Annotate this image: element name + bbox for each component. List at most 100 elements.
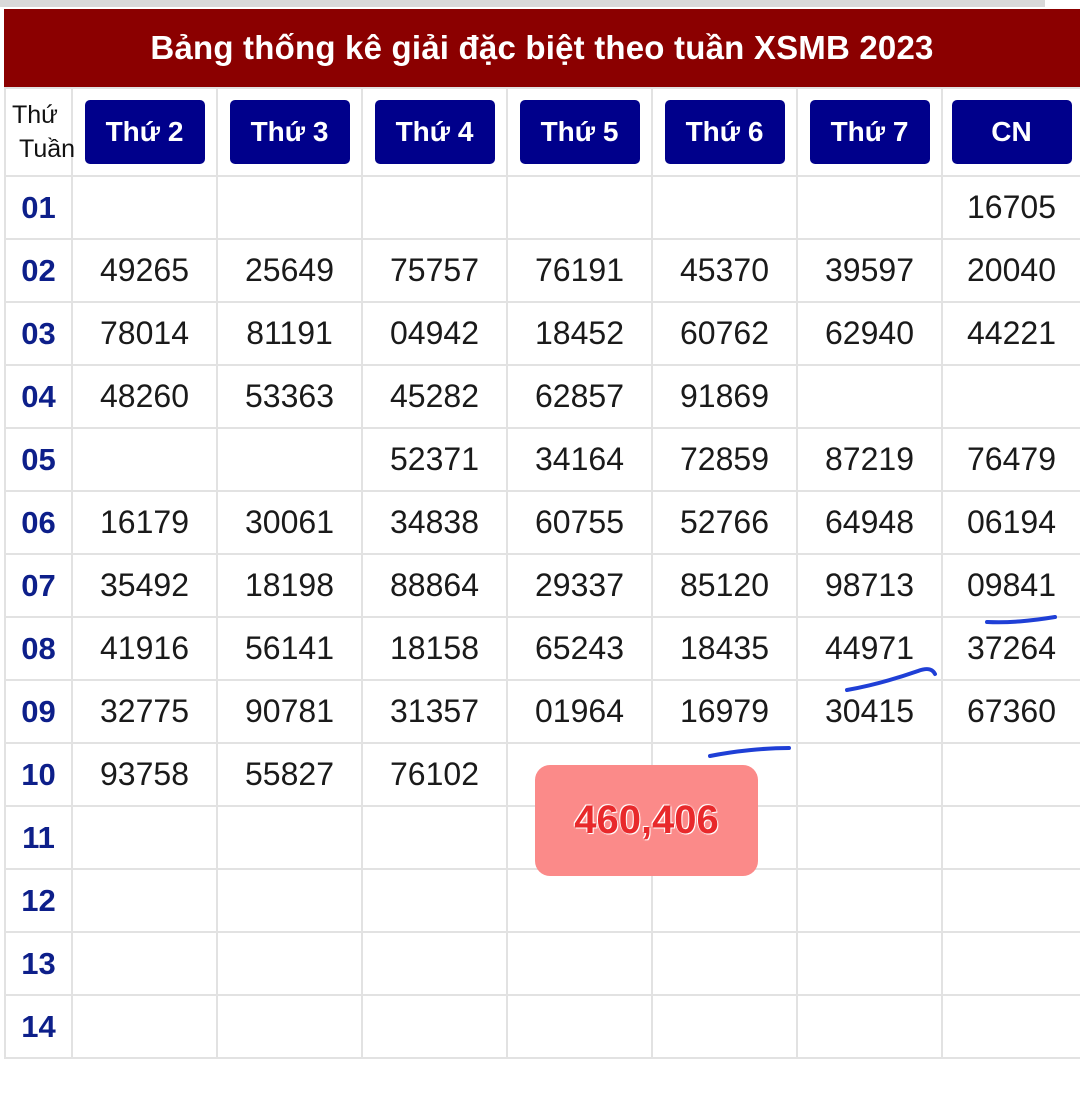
result-cell [361, 868, 508, 933]
result-cell: 32775 [71, 679, 218, 744]
result-cell [216, 805, 363, 870]
corner-label-day: Thứ [12, 101, 58, 129]
result-cell [361, 994, 508, 1059]
result-cell [651, 994, 798, 1059]
result-cell [506, 931, 653, 996]
result-cell [796, 175, 943, 240]
result-cell: 78014 [71, 301, 218, 366]
result-cell [796, 931, 943, 996]
result-cell [506, 175, 653, 240]
result-cell: 62940 [796, 301, 943, 366]
result-cell: 44971 [796, 616, 943, 681]
result-cell: 44221 [941, 301, 1080, 366]
result-cell [506, 868, 653, 933]
result-cell: 34164 [506, 427, 653, 492]
result-cell: 18435 [651, 616, 798, 681]
result-cell: 76102 [361, 742, 508, 807]
result-cell: 18158 [361, 616, 508, 681]
day-button-fri[interactable]: Thứ 6 [664, 100, 785, 164]
result-cell [216, 868, 363, 933]
result-cell: 52371 [361, 427, 508, 492]
result-cell: 48260 [71, 364, 218, 429]
result-cell: 25649 [216, 238, 363, 303]
result-cell: 35492 [71, 553, 218, 618]
result-cell: 87219 [796, 427, 943, 492]
result-cell: 60762 [651, 301, 798, 366]
result-cell: 76191 [506, 238, 653, 303]
result-cell [71, 805, 218, 870]
day-button-mon[interactable]: Thứ 2 [84, 100, 205, 164]
day-button-wed[interactable]: Thứ 4 [374, 100, 495, 164]
result-cell: 39597 [796, 238, 943, 303]
result-cell: 49265 [71, 238, 218, 303]
result-cell [71, 994, 218, 1059]
result-cell [71, 175, 218, 240]
day-button-sun[interactable]: CN [951, 100, 1072, 164]
result-cell: 34838 [361, 490, 508, 555]
day-button-thu[interactable]: Thứ 5 [519, 100, 640, 164]
result-cell [651, 931, 798, 996]
total-overlay-badge: 460,406 [535, 765, 758, 876]
result-cell: 18452 [506, 301, 653, 366]
result-cell [361, 931, 508, 996]
result-cell: 45370 [651, 238, 798, 303]
result-cell [941, 364, 1080, 429]
week-number-cell: 09 [4, 679, 73, 744]
week-number-cell: 04 [4, 364, 73, 429]
table-row: 13 [4, 931, 1080, 996]
week-number-cell: 06 [4, 490, 73, 555]
table-row: 12 [4, 868, 1080, 933]
day-button-sat[interactable]: Thứ 7 [809, 100, 930, 164]
result-cell [941, 805, 1080, 870]
result-cell [216, 994, 363, 1059]
result-cell: 62857 [506, 364, 653, 429]
day-button-tue[interactable]: Thứ 3 [229, 100, 350, 164]
result-cell: 67360 [941, 679, 1080, 744]
header-cell-day-6: Thứ 7 [796, 87, 943, 177]
week-number-cell: 11 [4, 805, 73, 870]
result-cell [71, 868, 218, 933]
result-cell: 52766 [651, 490, 798, 555]
result-cell: 30061 [216, 490, 363, 555]
result-cell: 98713 [796, 553, 943, 618]
result-cell: 91869 [651, 364, 798, 429]
result-cell [71, 931, 218, 996]
result-cell [651, 175, 798, 240]
week-number-cell: 12 [4, 868, 73, 933]
result-cell [71, 427, 218, 492]
result-cell [941, 994, 1080, 1059]
header-row: Thứ Tuần Thứ 2 Thứ 3 Thứ 4 Thứ 5 Thứ 6 T… [4, 87, 1080, 177]
table-row: 09 32775 90781 31357 01964 16979 30415 67360 [4, 679, 1080, 744]
top-divider [0, 0, 1045, 7]
week-number-cell: 08 [4, 616, 73, 681]
result-cell [796, 742, 943, 807]
result-cell: 16979 [651, 679, 798, 744]
result-cell: 31357 [361, 679, 508, 744]
result-cell [216, 427, 363, 492]
result-cell: 09841 [941, 553, 1080, 618]
header-cell-day-4: Thứ 5 [506, 87, 653, 177]
week-number-cell: 02 [4, 238, 73, 303]
result-cell: 76479 [941, 427, 1080, 492]
result-cell: 04942 [361, 301, 508, 366]
result-cell: 53363 [216, 364, 363, 429]
result-cell [361, 805, 508, 870]
result-cell [796, 868, 943, 933]
result-cell: 85120 [651, 553, 798, 618]
result-cell: 75757 [361, 238, 508, 303]
result-cell: 56141 [216, 616, 363, 681]
result-cell: 41916 [71, 616, 218, 681]
result-cell: 16179 [71, 490, 218, 555]
result-cell: 72859 [651, 427, 798, 492]
corner-header: Thứ Tuần [4, 87, 76, 177]
result-cell: 81191 [216, 301, 363, 366]
result-cell [216, 931, 363, 996]
result-cell: 20040 [941, 238, 1080, 303]
result-cell [506, 994, 653, 1059]
table-row: 08 41916 56141 18158 65243 18435 44971 37264 [4, 616, 1080, 681]
header-cell-day-3: Thứ 4 [361, 87, 508, 177]
result-cell: 88864 [361, 553, 508, 618]
result-cell [941, 742, 1080, 807]
corner-label-week: Tuần [19, 135, 76, 163]
week-number-cell: 14 [4, 994, 73, 1059]
